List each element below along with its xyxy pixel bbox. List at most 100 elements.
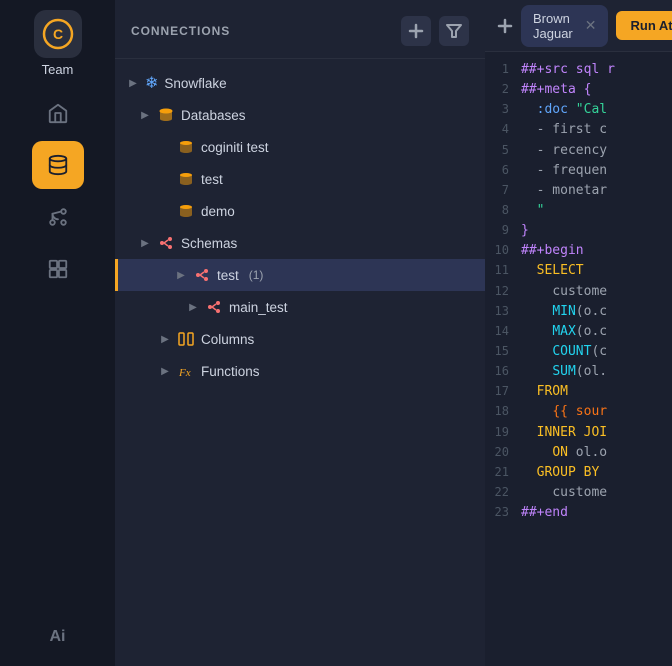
line-content-11: SELECT — [521, 261, 584, 281]
tree-item-functions[interactable]: ▶ Fx Functions — [115, 355, 485, 387]
tree-item-test-schema[interactable]: ▶ test (1) — [115, 259, 485, 291]
code-line-11: 11 SELECT — [485, 261, 672, 281]
tree-badge-test: (1) — [249, 268, 264, 282]
line-content-8: " — [521, 201, 544, 221]
sidebar-item-database[interactable] — [32, 141, 84, 189]
tree-label-columns: Columns — [201, 332, 254, 347]
tree-item-coginiti-test[interactable]: ▶ coginiti test — [115, 131, 485, 163]
editor-toolbar: Brown Jaguar ✕ Run At Cursor — [485, 0, 672, 52]
chevron-down-icon: ▶ — [139, 110, 151, 121]
line-content-18: {{ sour — [521, 402, 607, 422]
sidebar-item-packages[interactable] — [32, 245, 84, 293]
line-content-13: MIN(o.c — [521, 302, 607, 322]
code-line-6: 6 - frequen — [485, 161, 672, 181]
tree-item-demo[interactable]: ▶ demo — [115, 195, 485, 227]
line-num-19: 19 — [485, 423, 521, 442]
line-content-6: - frequen — [521, 161, 607, 181]
line-num-2: 2 — [485, 80, 521, 99]
code-line-10: 10 ##+begin — [485, 241, 672, 261]
tree-label-test-db: test — [201, 172, 223, 187]
line-content-23: ##+end — [521, 503, 568, 523]
line-num-6: 6 — [485, 161, 521, 180]
line-num-3: 3 — [485, 100, 521, 119]
sidebar-item-home[interactable] — [32, 89, 84, 137]
code-line-5: 5 - recency — [485, 141, 672, 161]
code-line-21: 21 GROUP BY — [485, 463, 672, 483]
chevron-test-icon: ▶ — [175, 270, 187, 281]
line-content-5: - recency — [521, 141, 607, 161]
snowflake-icon: ❄ — [145, 73, 158, 93]
line-num-11: 11 — [485, 261, 521, 280]
chevron-functions-icon: ▶ — [159, 366, 171, 377]
code-line-17: 17 FROM — [485, 382, 672, 402]
line-num-22: 22 — [485, 483, 521, 502]
line-num-9: 9 — [485, 221, 521, 240]
line-num-13: 13 — [485, 302, 521, 321]
code-line-3: 3 :doc "Cal — [485, 100, 672, 120]
line-content-19: INNER JOI — [521, 423, 607, 443]
run-at-cursor-button[interactable]: Run At Cursor — [616, 11, 672, 40]
code-line-14: 14 MAX(o.c — [485, 322, 672, 342]
line-content-14: MAX(o.c — [521, 322, 607, 342]
connections-title: CONNECTIONS — [131, 24, 230, 38]
code-line-2: 2 ##+meta { — [485, 80, 672, 100]
line-content-3: :doc "Cal — [521, 100, 607, 120]
connections-panel: CONNECTIONS ▶ ❄ S — [115, 0, 485, 666]
line-content-4: - first c — [521, 120, 607, 140]
code-line-4: 4 - first c — [485, 120, 672, 140]
sidebar-ai-label[interactable]: Ai — [50, 628, 66, 646]
sidebar-nav — [0, 89, 115, 293]
code-line-8: 8 " — [485, 201, 672, 221]
tree-label-main-test: main_test — [229, 300, 288, 315]
line-num-8: 8 — [485, 201, 521, 220]
schema-icon — [193, 266, 211, 284]
db-instance-icon-3 — [177, 202, 195, 220]
line-num-10: 10 — [485, 241, 521, 260]
add-connection-button[interactable] — [401, 16, 431, 46]
chevron-schemas-icon: ▶ — [139, 238, 151, 249]
code-line-12: 12 custome — [485, 282, 672, 302]
tree-label-schemas: Schemas — [181, 236, 237, 251]
code-line-22: 22 custome — [485, 483, 672, 503]
tab-close-icon[interactable]: ✕ — [585, 17, 597, 34]
svg-text:C: C — [52, 26, 62, 42]
code-line-15: 15 COUNT(c — [485, 342, 672, 362]
line-content-7: - monetar — [521, 181, 607, 201]
code-line-1: 1 ##+src sql r — [485, 60, 672, 80]
tree-item-main-test[interactable]: ▶ main_test — [115, 291, 485, 323]
line-content-17: FROM — [521, 382, 568, 402]
tree-item-test-db[interactable]: ▶ test — [115, 163, 485, 195]
tree-item-columns[interactable]: ▶ Columns — [115, 323, 485, 355]
columns-icon — [177, 330, 195, 348]
sidebar-logo[interactable]: C — [34, 10, 82, 58]
tree-item-databases[interactable]: ▶ Databases — [115, 99, 485, 131]
line-num-20: 20 — [485, 443, 521, 462]
code-line-16: 16 SUM(ol. — [485, 362, 672, 382]
line-num-18: 18 — [485, 402, 521, 421]
code-line-13: 13 MIN(o.c — [485, 302, 672, 322]
editor-tab-brown-jaguar[interactable]: Brown Jaguar ✕ — [521, 5, 608, 47]
line-content-9: } — [521, 221, 529, 241]
tree-label-databases: Databases — [181, 108, 246, 123]
sidebar-item-branches[interactable] — [32, 193, 84, 241]
tree-label-test-schema: test — [217, 268, 239, 283]
connection-tree: ▶ ❄ Snowflake ▶ Databases ▶ — [115, 59, 485, 666]
line-content-1: ##+src sql r — [521, 60, 615, 80]
svg-text:Fx: Fx — [178, 367, 191, 379]
add-tab-button[interactable] — [497, 12, 513, 40]
code-editor[interactable]: 1 ##+src sql r 2 ##+meta { 3 :doc "Cal 4… — [485, 52, 672, 666]
schema-group-icon — [157, 234, 175, 252]
line-num-12: 12 — [485, 282, 521, 301]
sidebar: C Team — [0, 0, 115, 666]
line-content-2: ##+meta { — [521, 80, 591, 100]
tree-label-coginiti-test: coginiti test — [201, 140, 269, 155]
line-content-22: custome — [521, 483, 607, 503]
line-num-17: 17 — [485, 382, 521, 401]
db-instance-icon-2 — [177, 170, 195, 188]
functions-icon: Fx — [177, 362, 195, 380]
tree-item-snowflake[interactable]: ▶ ❄ Snowflake — [115, 67, 485, 99]
tree-item-schemas[interactable]: ▶ Schemas — [115, 227, 485, 259]
line-num-15: 15 — [485, 342, 521, 361]
line-num-4: 4 — [485, 120, 521, 139]
filter-button[interactable] — [439, 16, 469, 46]
